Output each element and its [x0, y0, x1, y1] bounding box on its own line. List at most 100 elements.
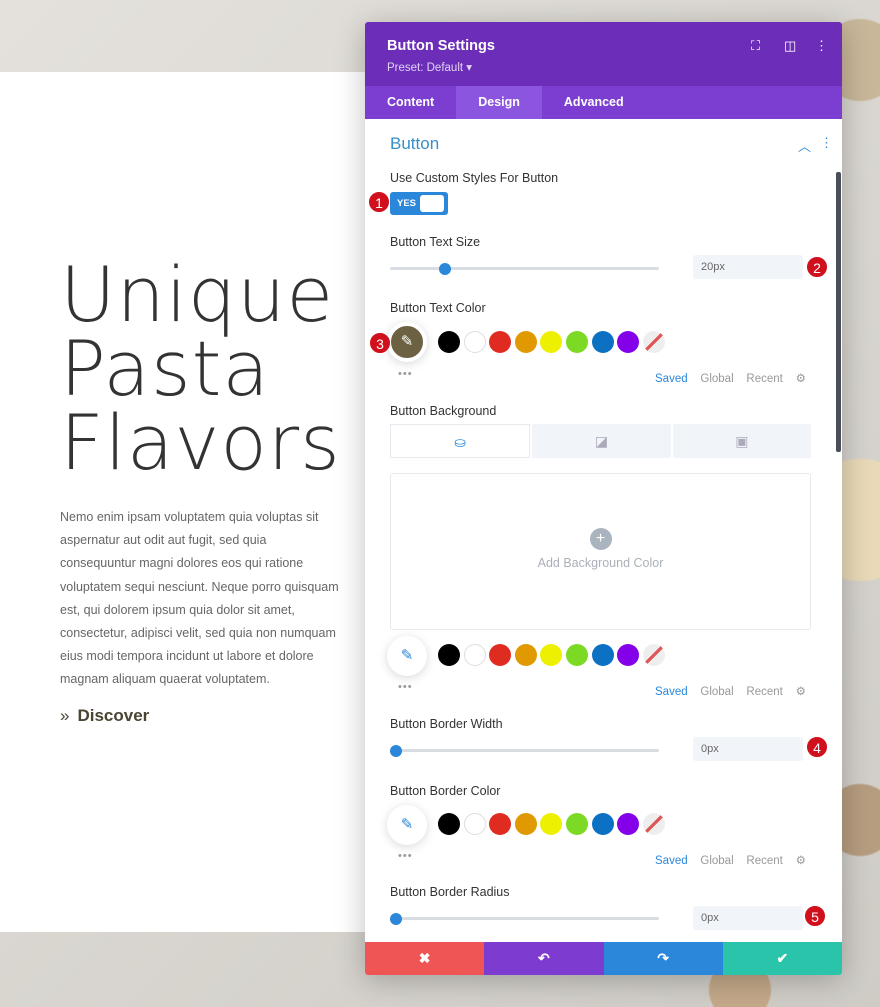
more-colors-icon[interactable]: ••• [398, 368, 413, 380]
text-size-label: Button Text Size [390, 235, 481, 249]
gear-icon[interactable]: ⚙ [796, 855, 806, 867]
color-swatch[interactable] [591, 331, 614, 353]
palette-saved[interactable]: Saved [655, 373, 688, 385]
background-label: Button Background [390, 404, 497, 418]
color-swatch[interactable] [540, 813, 563, 835]
border-radius-input[interactable]: 0px [693, 906, 803, 930]
discover-link[interactable]: » Discover [60, 706, 149, 726]
color-swatch[interactable] [540, 331, 563, 353]
image-icon[interactable]: ▣ [672, 424, 811, 458]
eyedropper-icon[interactable]: ✎ [387, 636, 427, 676]
more-colors-icon[interactable]: ••• [398, 850, 413, 862]
color-swatch[interactable] [566, 813, 588, 835]
gradient-icon[interactable]: ◪ [532, 424, 671, 458]
swatch-transparent[interactable] [642, 331, 665, 353]
color-swatch[interactable] [463, 813, 486, 835]
palette-tabs: Saved Global Recent ⚙ [655, 371, 806, 385]
eyedropper-icon[interactable]: ✎ [387, 805, 427, 845]
content-card [0, 72, 365, 932]
color-swatch[interactable] [591, 813, 614, 835]
body-text: Nemo enim ipsam voluptatem quia voluptas… [60, 510, 339, 687]
border-color-label: Button Border Color [390, 784, 501, 798]
hero-line: Unique [60, 250, 335, 339]
fullscreen-icon[interactable]: ⛶ [751, 38, 760, 54]
more-colors-icon[interactable]: ••• [398, 681, 413, 693]
slider-handle[interactable] [439, 262, 451, 275]
swatch-transparent[interactable] [642, 644, 665, 666]
toggle-value: YES [397, 198, 417, 209]
text-size-input[interactable]: 20px [693, 255, 803, 279]
color-swatch[interactable] [591, 644, 614, 666]
color-swatch[interactable] [489, 331, 512, 353]
undo-button[interactable]: ↶ [484, 942, 604, 975]
discover-label: Discover [77, 706, 150, 725]
color-swatch[interactable] [514, 331, 537, 353]
color-swatch[interactable] [617, 644, 640, 666]
more-options-icon[interactable]: ⋮ [815, 38, 828, 54]
border-radius-label: Button Border Radius [390, 885, 510, 899]
palette-recent[interactable]: Recent [746, 855, 782, 867]
add-background-color[interactable]: + Add Background Color [390, 473, 811, 630]
border-width-label: Button Border Width [390, 717, 503, 731]
section-title[interactable]: Button [390, 134, 439, 154]
step-badge: 3 [369, 332, 391, 354]
color-swatch[interactable] [463, 331, 486, 353]
palette-saved[interactable]: Saved [655, 686, 688, 698]
plus-icon[interactable]: + [589, 528, 612, 550]
color-swatch[interactable] [514, 644, 537, 666]
split-view-icon[interactable]: ◫ [784, 38, 796, 54]
gear-icon[interactable]: ⚙ [796, 686, 806, 698]
border-radius-slider[interactable] [390, 912, 659, 925]
color-swatch[interactable] [438, 644, 460, 666]
palette-recent[interactable]: Recent [746, 373, 782, 385]
color-swatch[interactable] [566, 331, 588, 353]
eyedropper-icon[interactable]: ✎ [387, 322, 427, 362]
save-button[interactable]: ✔ [722, 942, 842, 975]
palette-global[interactable]: Global [700, 373, 733, 385]
color-swatch[interactable] [489, 813, 512, 835]
palette-global[interactable]: Global [700, 855, 733, 867]
swatch-transparent[interactable] [642, 813, 665, 835]
color-swatch[interactable] [463, 644, 486, 666]
border-width-slider[interactable] [390, 744, 659, 757]
discard-button[interactable]: ✖ [365, 942, 485, 975]
button-settings-panel: Button Settings Preset: Default ▾ ⛶ ◫ ⋮ … [365, 22, 842, 975]
color-swatch[interactable] [489, 644, 512, 666]
color-swatch[interactable] [540, 644, 563, 666]
scrollbar[interactable] [836, 172, 841, 452]
palette-tabs: Saved Global Recent ⚙ [655, 684, 806, 698]
text-size-slider[interactable] [390, 262, 659, 275]
custom-styles-toggle[interactable]: YES [390, 192, 448, 215]
color-swatch[interactable] [617, 331, 640, 353]
palette-saved[interactable]: Saved [655, 855, 688, 867]
palette-recent[interactable]: Recent [746, 686, 782, 698]
paint-bucket-icon[interactable]: ⛀ [390, 424, 531, 458]
section-menu-icon[interactable]: ⋮ [820, 135, 833, 151]
panel-title: Button Settings [387, 38, 495, 54]
palette-tabs: Saved Global Recent ⚙ [655, 853, 806, 867]
border-width-input[interactable]: 0px [693, 737, 803, 761]
palette-global[interactable]: Global [700, 686, 733, 698]
text-color-label: Button Text Color [390, 301, 486, 315]
chevron-up-icon[interactable]: ︿ [798, 136, 811, 155]
color-swatch[interactable] [514, 813, 537, 835]
panel-footer: ✖ ↶ ↷ ✔ [365, 942, 842, 975]
preset-dropdown[interactable]: Preset: Default ▾ [387, 60, 472, 74]
color-swatch[interactable] [617, 813, 640, 835]
add-background-label: Add Background Color [537, 556, 664, 570]
color-swatch[interactable] [566, 644, 588, 666]
step-badge: 2 [806, 256, 828, 278]
hero-title: Unique Pasta Flavors [60, 250, 341, 487]
hero-line: Flavors [60, 398, 341, 487]
color-swatch[interactable] [438, 331, 460, 353]
redo-button[interactable]: ↷ [603, 942, 723, 975]
color-swatch[interactable] [438, 813, 460, 835]
tab-bar: Content Design Advanced [365, 86, 842, 119]
tab-design[interactable]: Design [456, 86, 542, 119]
step-badge: 1 [368, 191, 390, 213]
tab-advanced[interactable]: Advanced [542, 86, 646, 119]
tab-content[interactable]: Content [365, 86, 456, 119]
slider-handle[interactable] [390, 744, 402, 757]
gear-icon[interactable]: ⚙ [796, 373, 806, 385]
slider-handle[interactable] [390, 912, 402, 925]
